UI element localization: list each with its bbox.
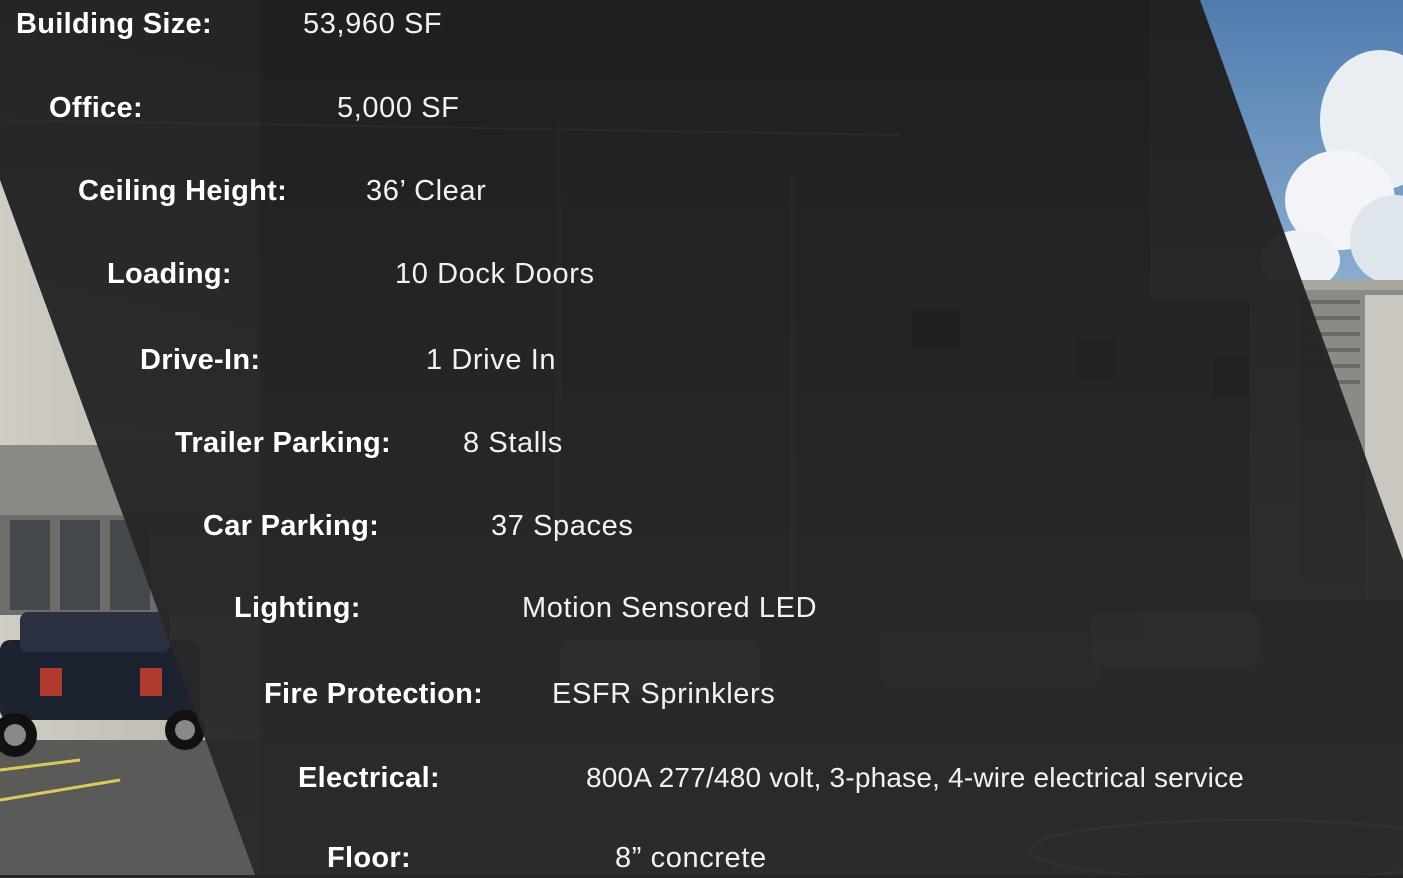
spec-value: 800A 277/480 volt, 3-phase, 4-wire elect… xyxy=(586,762,1245,793)
spec-label: Building Size: xyxy=(16,8,212,40)
spec-label: Lighting: xyxy=(234,592,361,624)
spec-value: 53,960 SF xyxy=(303,8,443,40)
spec-label: Loading: xyxy=(107,258,232,290)
spec-label: Car Parking: xyxy=(203,510,380,542)
spec-label: Trailer Parking: xyxy=(175,427,391,459)
spec-value: 1 Drive In xyxy=(426,344,557,376)
spec-value: 8” concrete xyxy=(615,842,767,874)
spec-value: 37 Spaces xyxy=(491,510,634,542)
spec-value: Motion Sensored LED xyxy=(522,592,818,624)
spec-value: ESFR Sprinklers xyxy=(552,678,776,710)
spec-label: Fire Protection: xyxy=(264,678,484,710)
spec-label: Drive-In: xyxy=(140,344,261,376)
spec-label: Floor: xyxy=(327,842,411,874)
spec-label: Office: xyxy=(49,92,143,124)
spec-label: Electrical: xyxy=(298,762,440,794)
spec-value: 36’ Clear xyxy=(366,175,487,207)
spec-label: Ceiling Height: xyxy=(78,175,288,207)
spec-value: 5,000 SF xyxy=(337,92,460,124)
spec-value: 10 Dock Doors xyxy=(395,258,595,290)
spec-value: 8 Stalls xyxy=(463,427,563,459)
